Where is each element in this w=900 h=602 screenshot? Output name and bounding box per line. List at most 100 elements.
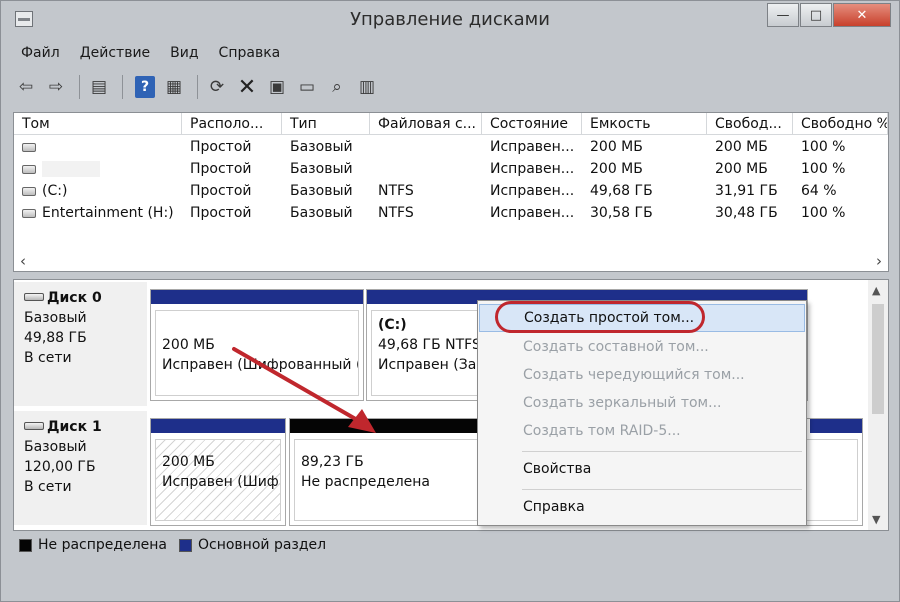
drive-icon <box>22 142 36 152</box>
delete-icon[interactable]: ✕ <box>234 74 260 100</box>
horizontal-scrollbar[interactable]: ‹ › <box>14 251 888 271</box>
scroll-right-icon[interactable]: › <box>876 252 882 270</box>
drive-icon <box>22 208 36 218</box>
free-percent-cell: 100 % <box>801 205 846 221</box>
menu-help[interactable]: Справка <box>209 43 291 67</box>
menu-item-properties[interactable]: Свойства <box>479 456 805 484</box>
legend-item-unallocated: Не распределена <box>19 537 167 553</box>
back-icon[interactable]: ⇦ <box>13 74 39 100</box>
menu-item-create-raid5-volume: Создать том RAID-5... <box>523 423 681 439</box>
annotation-arrow-icon <box>232 347 376 433</box>
column-header-volume[interactable]: Том <box>14 113 182 135</box>
type-cell: Базовый <box>290 161 353 177</box>
toolbar-separator <box>122 75 123 99</box>
free-percent-cell: 100 % <box>801 139 846 155</box>
window-title: Управление дисками <box>350 9 550 30</box>
disk-1-label[interactable]: Диск 1 Базовый 120,00 ГБ В сети <box>14 411 147 525</box>
disk-name: Диск 1 <box>24 417 137 437</box>
open-folder-icon[interactable]: ▭ <box>294 74 320 100</box>
volume-cell: Entertainment (H:) <box>14 203 182 225</box>
menu-view[interactable]: Вид <box>160 43 208 67</box>
scroll-left-icon[interactable]: ‹ <box>20 252 26 270</box>
volume-cell: (C:) <box>14 181 182 203</box>
scroll-up-icon[interactable]: ▲ <box>872 284 880 297</box>
type-cell: Базовый <box>290 183 353 199</box>
filesystem-cell: NTFS <box>378 183 414 199</box>
menu-action[interactable]: Действие <box>70 43 160 67</box>
properties-icon[interactable]: ▤ <box>86 74 112 100</box>
menu-separator <box>522 489 802 490</box>
menu-separator <box>522 451 802 452</box>
layout-cell: Простой <box>190 205 252 221</box>
legend-item-primary: Основной раздел <box>179 537 326 553</box>
toolbar: ⇦ ⇨ ▤ ? ▦ ⟳ ✕ ▣ ▭ ⌕ ▥ <box>13 71 384 103</box>
minimize-button[interactable]: — <box>767 3 799 27</box>
close-button[interactable]: ✕ <box>833 3 891 27</box>
forward-icon[interactable]: ⇨ <box>43 74 69 100</box>
free-space-cell: 200 МБ <box>715 161 768 177</box>
status-cell: Исправен... <box>490 205 575 221</box>
free-space-cell: 31,91 ГБ <box>715 183 778 199</box>
toolbar-separator <box>197 75 198 99</box>
menu-item-help[interactable]: Справка <box>479 494 805 522</box>
help-icon[interactable]: ? <box>135 76 155 98</box>
partition-bar <box>151 290 363 304</box>
disk-0-label[interactable]: Диск 0 Базовый 49,88 ГБ В сети <box>14 282 147 406</box>
disk-icon[interactable]: ▣ <box>264 74 290 100</box>
column-header-free-space[interactable]: Свобод... <box>707 113 793 135</box>
drive-icon <box>22 164 36 174</box>
legend-swatch <box>179 538 192 552</box>
list-icon[interactable]: ▦ <box>161 74 187 100</box>
volume-cell <box>14 159 182 181</box>
column-header-capacity[interactable]: Емкость <box>582 113 707 135</box>
status-cell: Исправен... <box>490 183 575 199</box>
volume-list: Том Располо... Тип Файловая с... Состоян… <box>13 112 889 272</box>
blurred-volume-name <box>42 161 100 177</box>
drive-icon <box>22 186 36 196</box>
partition-label <box>162 444 274 452</box>
capacity-cell: 49,68 ГБ <box>590 183 653 199</box>
partition-body: 200 МБ Исправен (Шиф <box>155 439 281 521</box>
menu-file[interactable]: Файл <box>11 43 70 67</box>
volume-name: Entertainment (H:) <box>42 205 174 221</box>
type-cell: Базовый <box>290 139 353 155</box>
settings-icon[interactable]: ▥ <box>354 74 380 100</box>
vertical-scrollbar[interactable]: ▲ ▼ <box>868 280 888 530</box>
column-header-type[interactable]: Тип <box>282 113 370 135</box>
search-icon[interactable]: ⌕ <box>324 74 350 100</box>
column-header-filesystem[interactable]: Файловая с... <box>370 113 482 135</box>
table-row[interactable]: (C:) Простой Базовый NTFS Исправен... 49… <box>14 181 888 203</box>
context-menu: Создать простой том... Создать составной… <box>477 300 807 526</box>
disk-type: Базовый <box>24 310 87 326</box>
column-header-free-percent[interactable]: Свободно % <box>793 113 888 135</box>
disk-icon <box>24 293 44 301</box>
title-bar: Управление дисками — □ ✕ <box>1 1 899 39</box>
column-header-status[interactable]: Состояние <box>482 113 582 135</box>
volume-name: (C:) <box>42 183 68 199</box>
menu-item-create-mirrored-volume: Создать зеркальный том... <box>523 395 722 411</box>
menu-item-create-striped-volume: Создать чередующийся том... <box>523 367 745 383</box>
scroll-down-icon[interactable]: ▼ <box>872 513 880 526</box>
column-header-layout[interactable]: Располо... <box>182 113 282 135</box>
table-row[interactable]: Простой Базовый Исправен... 200 МБ 200 М… <box>14 137 888 159</box>
menu-item-create-spanned-volume: Создать составной том... <box>523 339 709 355</box>
disk-icon <box>24 422 44 430</box>
free-percent-cell: 64 % <box>801 183 837 199</box>
refresh-icon[interactable]: ⟳ <box>204 74 230 100</box>
volume-list-header: Том Располо... Тип Файловая с... Состоян… <box>14 113 888 135</box>
filesystem-cell <box>370 137 482 159</box>
scrollbar-thumb[interactable] <box>872 304 884 414</box>
layout-cell: Простой <box>190 183 252 199</box>
partition-state: Исправен (Шиф <box>162 474 279 490</box>
partition-label <box>162 315 352 335</box>
status-cell: Исправен... <box>490 161 575 177</box>
partition-bar <box>810 419 862 433</box>
highlight-ring <box>495 301 705 333</box>
table-row[interactable]: Entertainment (H:) Простой Базовый NTFS … <box>14 203 888 225</box>
free-space-cell: 200 МБ <box>715 139 768 155</box>
disk-status: В сети <box>24 479 72 495</box>
volume-cell <box>14 137 182 159</box>
table-row[interactable]: Простой Базовый Исправен... 200 МБ 200 М… <box>14 159 888 181</box>
maximize-button[interactable]: □ <box>800 3 832 27</box>
legend-label: Основной раздел <box>198 537 327 553</box>
